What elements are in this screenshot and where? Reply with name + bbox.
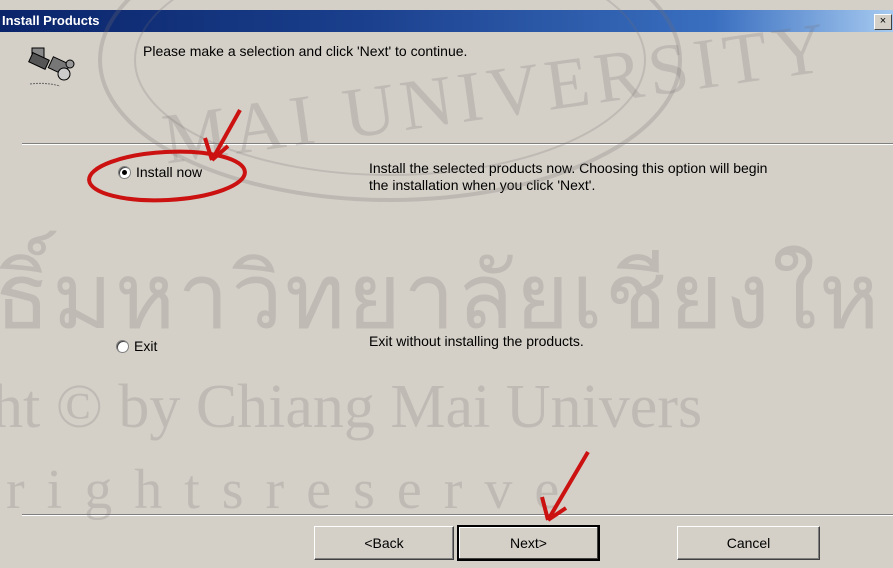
arrow-head-install-now — [203, 137, 230, 162]
footer-divider — [22, 514, 893, 516]
option-exit-label[interactable]: Exit — [134, 338, 157, 354]
install-products-dialog: Install Products × Please make a selecti… — [0, 0, 893, 568]
annotation-overlay — [87, 109, 590, 522]
rights-reserved-watermark: r i g h t s r e s e r v e — [6, 459, 564, 521]
radio-exit[interactable] — [116, 339, 129, 353]
radio-install-now[interactable] — [118, 165, 131, 179]
header-divider — [22, 143, 893, 145]
option-exit[interactable]: Exit — [116, 338, 157, 354]
back-button[interactable]: <Back — [314, 526, 454, 560]
option-install-now[interactable]: Install now — [118, 164, 202, 180]
option-install-now-description: Install the selected products now. Choos… — [369, 160, 768, 193]
arrow-head-next — [540, 496, 568, 522]
option-exit-description: Exit without installing the products. — [369, 333, 584, 349]
next-button[interactable]: Next> — [457, 525, 600, 561]
instruction-text: Please make a selection and click 'Next'… — [143, 43, 468, 59]
copyright-watermark: ht © by Chiang Mai Univers — [0, 373, 703, 441]
window-title: Install Products — [2, 13, 100, 28]
arrow-to-install-now — [210, 109, 242, 161]
arrow-to-next — [546, 450, 590, 522]
title-bar[interactable]: Install Products — [0, 10, 893, 32]
close-button[interactable]: × — [874, 14, 892, 30]
university-seal-watermark — [98, 0, 682, 202]
setup-icon — [28, 47, 75, 87]
option-install-now-label[interactable]: Install now — [136, 164, 202, 180]
cancel-button[interactable]: Cancel — [677, 526, 820, 560]
